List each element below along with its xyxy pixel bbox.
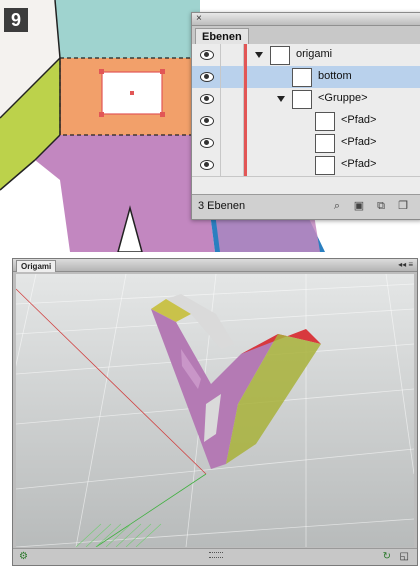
window-title-bar[interactable]: Origami ◂◂ ≡ — [13, 259, 417, 272]
visibility-toggle[interactable] — [192, 88, 221, 110]
visibility-toggle[interactable] — [192, 132, 221, 154]
layer-row-gruppe[interactable]: <Gruppe> — [192, 88, 420, 111]
layer-label: <Pfad> — [341, 136, 377, 148]
refresh-icon[interactable]: ↻ — [383, 551, 391, 563]
panel-menu-icon[interactable]: ◂◂ ≡ — [398, 259, 413, 271]
layer-color-bar — [244, 154, 247, 176]
layer-label: bottom — [318, 70, 352, 82]
disclosure-triangle-icon[interactable] — [255, 52, 263, 58]
eye-icon — [200, 116, 214, 126]
layer-color-bar — [244, 66, 247, 88]
lock-toggle[interactable] — [221, 110, 244, 132]
layer-row-pfad[interactable]: <Pfad> — [192, 132, 420, 155]
layer-count-label: 3 Ebenen — [198, 200, 246, 212]
visibility-toggle[interactable] — [192, 110, 221, 132]
new-sublayer-icon[interactable]: ⧉ — [374, 200, 388, 212]
layer-row-origami[interactable]: origami — [192, 44, 420, 67]
gear-icon[interactable]: ⚙ — [19, 551, 28, 563]
lock-toggle[interactable] — [221, 154, 244, 176]
eye-icon — [200, 138, 214, 148]
eye-icon — [200, 160, 214, 170]
panel-title-bar[interactable]: × — [192, 13, 420, 26]
step-number-badge: 9 — [4, 8, 28, 32]
lock-toggle[interactable] — [221, 132, 244, 154]
search-icon[interactable]: ⌕ — [330, 200, 344, 212]
status-bar: ⚙ ↻ ◱ — [13, 548, 417, 565]
layer-thumbnail — [315, 112, 335, 131]
new-layer-icon[interactable]: ❐ — [396, 200, 410, 212]
layer-thumbnail — [292, 68, 312, 87]
layers-list: origami bottom <Gruppe> <Pfad> <Pfad> <P… — [192, 44, 420, 195]
3d-scene — [16, 274, 414, 547]
layer-row-pfad[interactable]: <Pfad> — [192, 154, 420, 177]
layer-color-bar — [244, 110, 247, 132]
close-icon[interactable]: × — [196, 13, 202, 25]
eye-icon — [200, 94, 214, 104]
layer-row-bottom[interactable]: bottom — [192, 66, 420, 89]
layer-color-bar — [244, 44, 247, 66]
tab-origami[interactable]: Origami — [16, 260, 57, 272]
origami-3d-window[interactable]: Origami ◂◂ ≡ ⚙ ↻ ◱ — [12, 258, 418, 566]
lock-toggle[interactable] — [221, 88, 244, 110]
layer-thumbnail — [315, 156, 335, 175]
layer-color-bar — [244, 88, 247, 110]
panel-footer: 3 Ebenen ⌕ ▣ ⧉ ❐ — [192, 194, 420, 219]
layer-thumbnail — [270, 46, 290, 65]
layer-label: <Gruppe> — [318, 92, 368, 104]
visibility-toggle[interactable] — [192, 66, 221, 88]
frame-icon[interactable]: ◱ — [400, 551, 409, 563]
disclosure-triangle-icon[interactable] — [277, 96, 285, 102]
layer-label: origami — [296, 48, 333, 60]
layer-thumbnail — [315, 134, 335, 153]
lock-toggle[interactable] — [221, 66, 244, 88]
visibility-toggle[interactable] — [192, 44, 221, 66]
lock-toggle[interactable] — [221, 44, 244, 66]
eye-icon — [200, 72, 214, 82]
visibility-toggle[interactable] — [192, 154, 221, 176]
eye-icon — [200, 50, 214, 60]
layer-color-bar — [244, 132, 247, 154]
make-clip-mask-icon[interactable]: ▣ — [352, 200, 366, 212]
layer-label: <Pfad> — [341, 158, 377, 170]
layers-panel[interactable]: × Ebenen origami bottom <Gruppe> <Pfad> … — [191, 12, 420, 220]
layer-row-pfad[interactable]: <Pfad> — [192, 110, 420, 133]
layer-label: <Pfad> — [341, 114, 377, 126]
layer-thumbnail — [292, 90, 312, 109]
3d-viewport[interactable] — [16, 274, 414, 547]
resize-grip[interactable] — [209, 552, 223, 558]
panel-tab-bar: Ebenen — [192, 26, 420, 46]
